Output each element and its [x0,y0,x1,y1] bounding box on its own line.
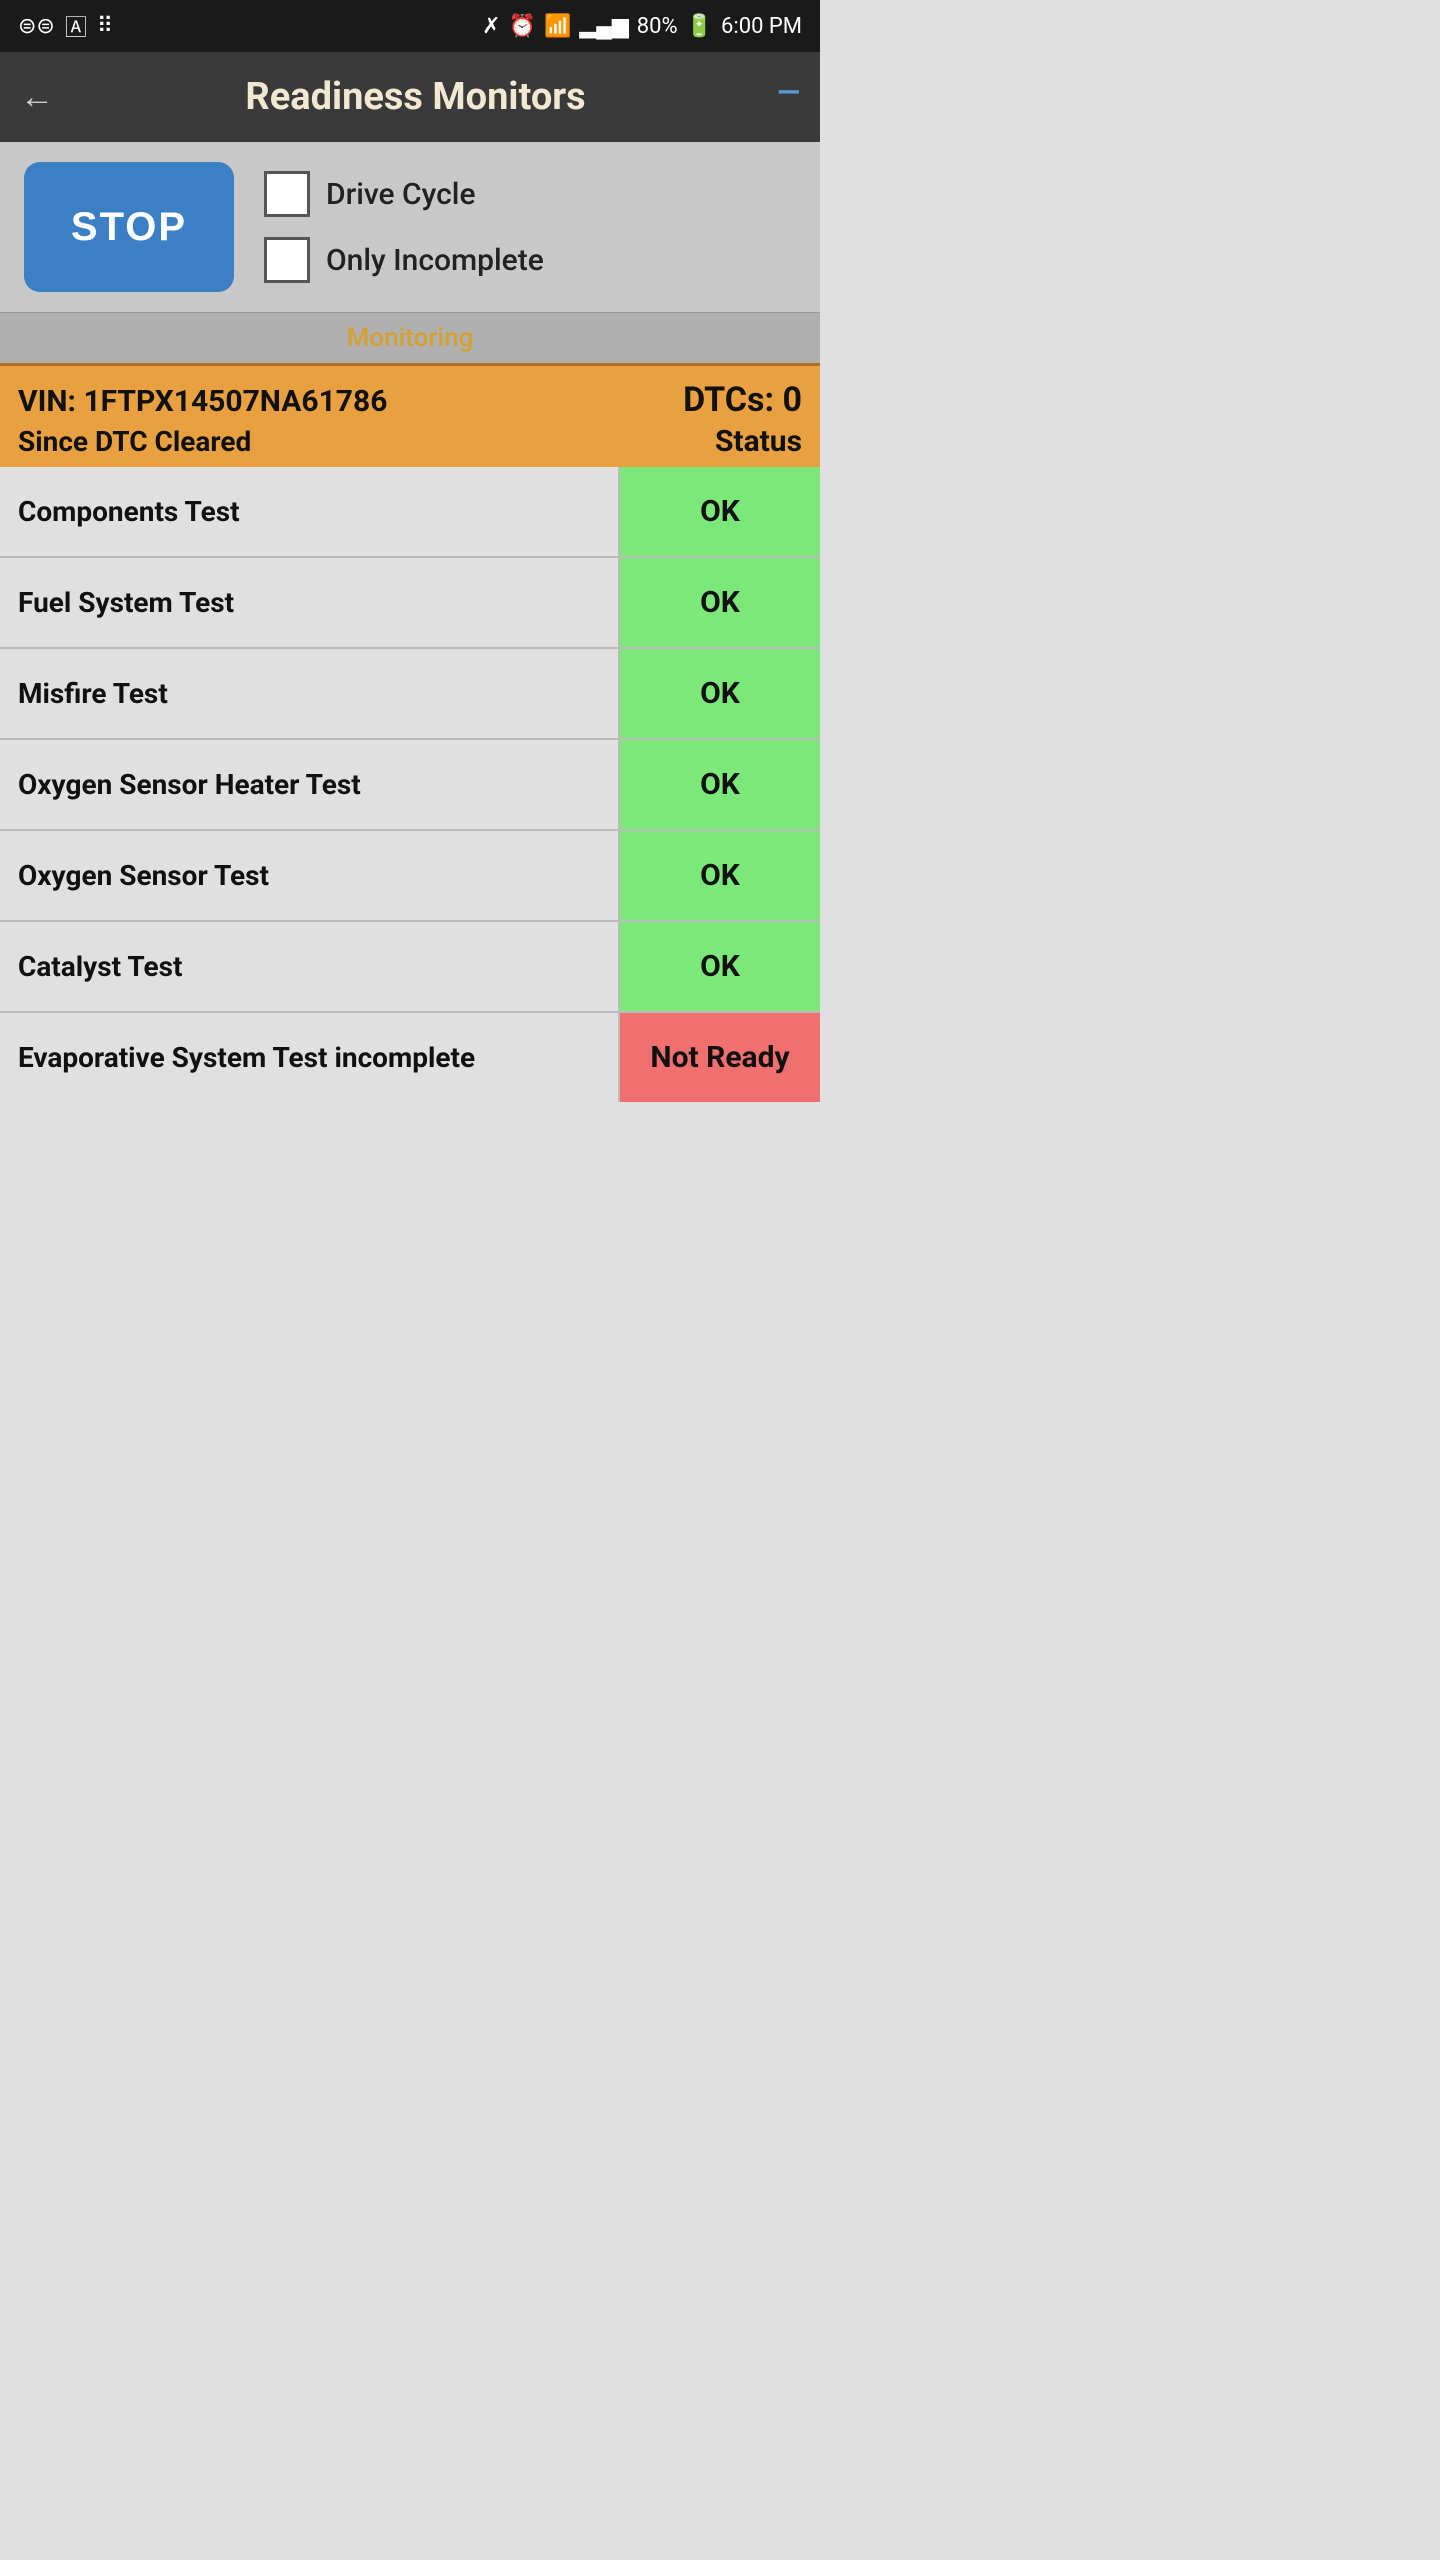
since-status-row: Since DTC Cleared Status [18,424,802,459]
signal-icon: ▂▄▆ [579,13,628,39]
monitor-name-cell: Catalyst Test [0,922,620,1011]
app-header: ← Readiness Monitors — [0,52,820,142]
monitor-name-cell: Components Test [0,467,620,556]
since-text: Since DTC Cleared [18,425,251,458]
monitor-name-cell: Misfire Test [0,649,620,738]
table-row: Components TestOK [0,467,820,558]
monitor-table: Components TestOKFuel System TestOKMisfi… [0,467,820,1102]
table-row: Misfire TestOK [0,649,820,740]
bottom-space [0,1102,820,1162]
monitoring-label: Monitoring [347,323,474,353]
status-bar-left: ⊜⊜ 🄰 ⠿ [18,10,113,42]
monitor-name-cell: Evaporative System Test incomplete [0,1013,620,1102]
status-header-text: Status [715,424,802,459]
phone-a-icon: 🄰 [65,10,87,42]
dots-icon: ⠿ [97,14,113,39]
monitor-name-cell: Oxygen Sensor Test [0,831,620,920]
status-bar: ⊜⊜ 🄰 ⠿ ✗ ⏰ 📶 ▂▄▆ 80% 🔋 6:00 PM [0,0,820,52]
monitor-status-cell: Not Ready [620,1013,820,1102]
monitor-status-cell: OK [620,558,820,647]
voicemail-icon: ⊜⊜ [18,14,55,39]
table-row: Oxygen Sensor Heater TestOK [0,740,820,831]
bluetooth-icon: ✗ [482,14,500,39]
controls-area: STOP Drive Cycle Only Incomplete [0,142,820,312]
monitor-status-cell: OK [620,740,820,829]
vin-text: VIN: 1FTPX14507NA61786 [18,384,387,419]
table-row: Oxygen Sensor TestOK [0,831,820,922]
table-row: Evaporative System Test incompleteNot Re… [0,1013,820,1102]
battery-icon: 🔋 [686,14,713,39]
monitor-status-cell: OK [620,922,820,1011]
clock: 6:00 PM [721,14,802,39]
monitor-status-cell: OK [620,649,820,738]
wifi-icon: 📶 [544,14,571,39]
only-incomplete-label: Only Incomplete [326,243,544,278]
drive-cycle-checkbox[interactable] [264,171,310,217]
only-incomplete-row: Only Incomplete [264,237,544,283]
drive-cycle-label: Drive Cycle [326,177,476,212]
back-button[interactable]: ← [20,77,54,117]
status-bar-right: ✗ ⏰ 📶 ▂▄▆ 80% 🔋 6:00 PM [482,13,802,39]
drive-cycle-row: Drive Cycle [264,171,544,217]
vin-header: VIN: 1FTPX14507NA61786 DTCs: 0 Since DTC… [0,363,820,467]
table-row: Catalyst TestOK [0,922,820,1013]
dtcs-text: DTCs: 0 [683,380,802,420]
table-row: Fuel System TestOK [0,558,820,649]
monitor-name-cell: Oxygen Sensor Heater Test [0,740,620,829]
page-title: Readiness Monitors [54,75,777,119]
monitor-status-cell: OK [620,467,820,556]
monitor-status-cell: OK [620,831,820,920]
battery-percent: 80% [637,14,678,39]
checkboxes-container: Drive Cycle Only Incomplete [264,171,544,283]
minimize-button[interactable]: — [777,78,800,108]
alarm-icon: ⏰ [509,14,536,39]
monitoring-bar: Monitoring [0,312,820,363]
monitor-name-cell: Fuel System Test [0,558,620,647]
vin-row: VIN: 1FTPX14507NA61786 DTCs: 0 [18,380,802,420]
stop-button[interactable]: STOP [24,162,234,292]
only-incomplete-checkbox[interactable] [264,237,310,283]
